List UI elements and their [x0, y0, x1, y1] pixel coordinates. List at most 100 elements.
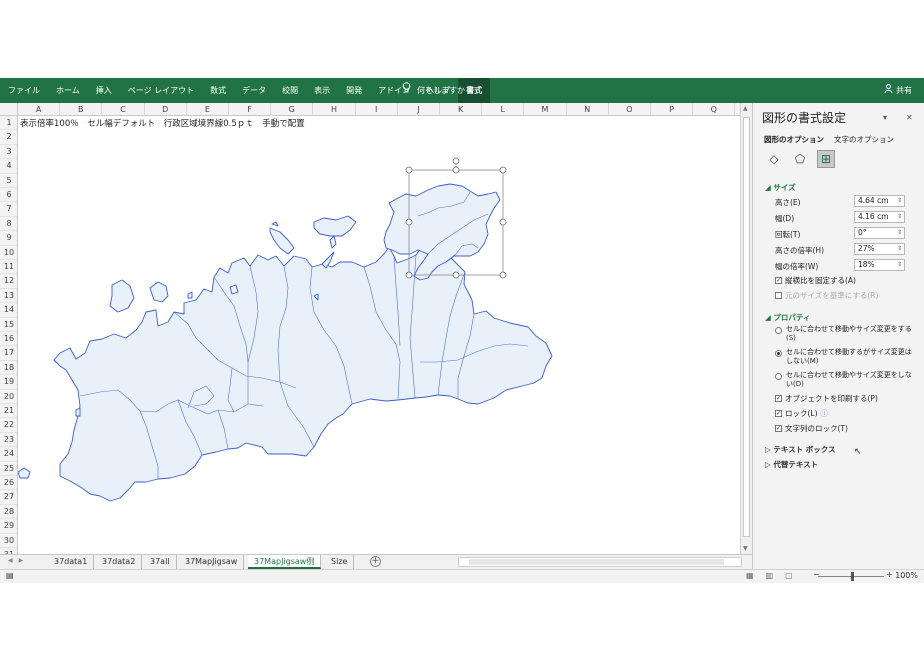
row-header-24[interactable]: 24	[0, 447, 17, 462]
column-header-l[interactable]: L	[482, 103, 525, 116]
tab-insert[interactable]: 挿入	[88, 78, 120, 103]
tab-text-options[interactable]: 文字のオプション	[834, 134, 894, 145]
tell-me-search[interactable]: 何をしますか	[402, 78, 465, 103]
scroll-down-icon[interactable]: ▼	[743, 545, 748, 552]
normal-view-icon[interactable]: ▦	[746, 571, 754, 580]
zoom-in-icon[interactable]: +	[886, 570, 893, 579]
row-header-25[interactable]: 25	[0, 462, 17, 476]
row-header-3[interactable]: 3	[0, 145, 17, 160]
row-header-21[interactable]: 21	[0, 404, 17, 419]
row-header-9[interactable]: 9	[0, 231, 17, 246]
tab-data[interactable]: データ	[234, 78, 274, 103]
row-header-14[interactable]: 14	[0, 303, 17, 318]
zoom-level[interactable]: 100%	[895, 571, 918, 580]
scale-height-input[interactable]: 27%	[854, 243, 905, 255]
row-header-23[interactable]: 23	[0, 433, 17, 448]
fill-line-icon[interactable]: ◇	[765, 150, 783, 168]
tab-page-layout[interactable]: ページ レイアウト	[120, 78, 202, 103]
column-header-j[interactable]: J	[398, 103, 440, 116]
scroll-up-icon[interactable]: ▲	[743, 105, 748, 112]
radio-move-and-size[interactable]: セルに合わせて移動やサイズ変更をする(S)	[775, 325, 915, 343]
row-header-19[interactable]: 19	[0, 375, 17, 390]
horizontal-scrollbar[interactable]	[458, 557, 742, 567]
textbox-section-header[interactable]: ▷ テキスト ボックス	[765, 444, 836, 455]
size-section-header[interactable]: ◢ サイズ	[765, 182, 796, 193]
row-header-29[interactable]: 29	[0, 519, 17, 534]
worksheet-grid[interactable]: 表示倍率100％ セル幅デフォルト 行政区域境界線0.5ｐｔ 手動で配置	[18, 116, 740, 554]
tab-formulas[interactable]: 数式	[202, 78, 234, 103]
height-input[interactable]: 4.64 cm	[854, 195, 905, 207]
column-header-c[interactable]: C	[102, 103, 145, 116]
column-header-m[interactable]: M	[524, 103, 567, 116]
sheet-nav-arrows-icon[interactable]: ◀▶	[8, 557, 29, 564]
sheet-tab-37data2[interactable]: 37data2	[96, 555, 143, 569]
close-icon[interactable]: ✕	[906, 113, 913, 122]
properties-section-header[interactable]: ◢ プロパティ	[765, 312, 810, 323]
row-header-10[interactable]: 10	[0, 246, 17, 260]
column-header-b[interactable]: B	[60, 103, 103, 116]
row-header-22[interactable]: 22	[0, 418, 17, 433]
width-input[interactable]: 4.16 cm	[854, 211, 905, 223]
alt-text-section-header[interactable]: ▷ 代替テキスト	[765, 459, 818, 470]
print-object-checkbox[interactable]: ✓ オブジェクトを印刷する(P)	[775, 393, 878, 404]
sheet-tab-size[interactable]: Size	[325, 555, 355, 569]
row-header-17[interactable]: 17	[0, 346, 17, 361]
row-header-28[interactable]: 28	[0, 505, 17, 520]
column-header-q[interactable]: Q	[693, 103, 736, 116]
rotation-input[interactable]: 0°	[854, 227, 905, 239]
column-header-d[interactable]: D	[145, 103, 187, 116]
radio-no-move-no-size[interactable]: セルに合わせて移動やサイズ変更をしない(D)	[775, 371, 915, 389]
row-header-2[interactable]: 2	[0, 130, 17, 145]
tab-developer[interactable]: 開発	[338, 78, 370, 103]
tab-home[interactable]: ホーム	[48, 78, 88, 103]
row-header-11[interactable]: 11	[0, 260, 17, 275]
column-header-n[interactable]: N	[567, 103, 609, 116]
row-header-13[interactable]: 13	[0, 289, 17, 304]
lock-text-checkbox[interactable]: ✓ 文字列のロック(T)	[775, 423, 848, 434]
lock-aspect-checkbox[interactable]: ✓ 縦横比を固定する(A)	[775, 275, 856, 286]
vertical-scrollbar[interactable]: ▲ ▼	[740, 103, 752, 554]
horizontal-scroll-thumb[interactable]	[469, 559, 724, 565]
column-header-k[interactable]: K	[440, 103, 483, 116]
row-header-20[interactable]: 20	[0, 390, 17, 404]
radio-move-no-size[interactable]: セルに合わせて移動するがサイズ変更はしない(M)	[775, 348, 915, 366]
sheet-tab-37all[interactable]: 37all	[144, 555, 177, 569]
add-sheet-icon[interactable]: +	[370, 556, 381, 567]
row-header-12[interactable]: 12	[0, 274, 17, 289]
row-header-1[interactable]: 1	[0, 116, 17, 131]
pane-options-icon[interactable]: ▾	[883, 113, 887, 122]
column-header-a[interactable]: A	[18, 103, 61, 116]
column-header-e[interactable]: E	[187, 103, 229, 116]
column-header-i[interactable]: I	[356, 103, 398, 116]
sheet-tab-37mapjigsaw[interactable]: 37MapJigsaw	[179, 555, 245, 569]
size-properties-icon[interactable]: ⊞	[817, 150, 835, 168]
zoom-out-icon[interactable]: −	[813, 570, 820, 579]
row-header-27[interactable]: 27	[0, 490, 17, 505]
zoom-slider-knob[interactable]	[851, 572, 854, 581]
row-header-18[interactable]: 18	[0, 361, 17, 376]
tab-view[interactable]: 表示	[306, 78, 338, 103]
row-header-4[interactable]: 4	[0, 159, 17, 174]
vertical-scroll-thumb[interactable]	[743, 117, 750, 537]
column-header-p[interactable]: P	[651, 103, 694, 116]
row-header-26[interactable]: 26	[0, 476, 17, 491]
column-header-o[interactable]: O	[609, 103, 651, 116]
column-header-g[interactable]: G	[271, 103, 314, 116]
effects-icon[interactable]: ⬠	[791, 150, 809, 168]
row-header-5[interactable]: 5	[0, 174, 17, 188]
select-all-corner[interactable]	[0, 103, 18, 116]
column-header-h[interactable]: H	[313, 103, 356, 116]
share-button[interactable]: 共有	[884, 78, 912, 103]
tab-file[interactable]: ファイル	[0, 78, 48, 103]
tab-shape-options[interactable]: 図形のオプション	[764, 134, 824, 145]
sheet-tab-37mapjigsaw-example[interactable]: 37MapJigsaw例	[248, 555, 322, 569]
row-header-8[interactable]: 8	[0, 217, 17, 232]
tab-review[interactable]: 校閲	[274, 78, 306, 103]
macro-record-icon[interactable]: ▤	[6, 571, 14, 580]
row-header-7[interactable]: 7	[0, 202, 17, 217]
lock-checkbox[interactable]: ✓ ロック(L) ⓘ	[775, 408, 828, 419]
relative-size-checkbox[interactable]: 元のサイズを基準にする(R)	[775, 290, 878, 301]
column-header-f[interactable]: F	[229, 103, 272, 116]
page-layout-view-icon[interactable]: ▥	[766, 571, 774, 580]
page-break-view-icon[interactable]: ▢	[785, 571, 793, 580]
